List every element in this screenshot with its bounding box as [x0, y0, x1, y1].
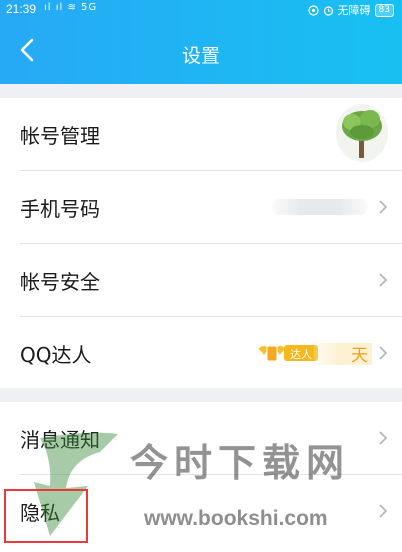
page-title: 设置: [181, 45, 220, 67]
days-unit: 天: [351, 346, 368, 366]
tree-avatar-icon: [342, 110, 382, 158]
watermark-url: www.bookshi.com: [144, 507, 328, 530]
settings-row-label: QQ达人: [20, 343, 92, 367]
settings-row-qq-expert[interactable]: QQ达人 达人 天: [0, 317, 402, 389]
settings-row-account-management[interactable]: 帐号管理: [0, 98, 402, 170]
settings-row-label: 帐号安全: [20, 270, 100, 294]
watermark-chinese: 今时下载网: [130, 440, 351, 485]
expert-badge-label: 达人: [290, 348, 312, 361]
chevron-right-icon: [379, 431, 388, 445]
battery-indicator: 83: [374, 3, 394, 17]
status-time: 21:39: [6, 2, 37, 16]
expert-badge: 达人: [256, 341, 320, 365]
chevron-right-icon: [379, 273, 388, 287]
chevron-right-icon: [379, 346, 388, 360]
privacy-highlight-box: [4, 489, 88, 543]
blurred-phone-value: [272, 199, 368, 215]
settings-row-account-security[interactable]: 帐号安全: [0, 244, 402, 316]
accessibility-icon: [307, 4, 319, 16]
signal-icon: ıl ıl ≋ 5G: [44, 2, 98, 13]
alarm-icon: [323, 5, 333, 16]
settings-row-label: 手机号码: [20, 197, 100, 221]
avatar[interactable]: [336, 104, 388, 162]
accessibility-label: 无障碍: [337, 4, 371, 17]
settings-group-account: 帐号管理 手机号码 帐号安全 QQ达人 达人 天: [0, 98, 402, 388]
settings-row-label: 帐号管理: [20, 124, 100, 148]
status-right: 无障碍 83: [307, 2, 394, 18]
settings-row-phone-number[interactable]: 手机号码: [0, 171, 402, 243]
app-header: 21:39 ıl ıl ≋ 5G 无障碍 83 设置: [0, 0, 402, 84]
chevron-right-icon: [379, 504, 388, 518]
chevron-right-icon: [379, 200, 388, 214]
status-bar: 21:39 ıl ıl ≋ 5G 无障碍 83: [0, 0, 402, 20]
